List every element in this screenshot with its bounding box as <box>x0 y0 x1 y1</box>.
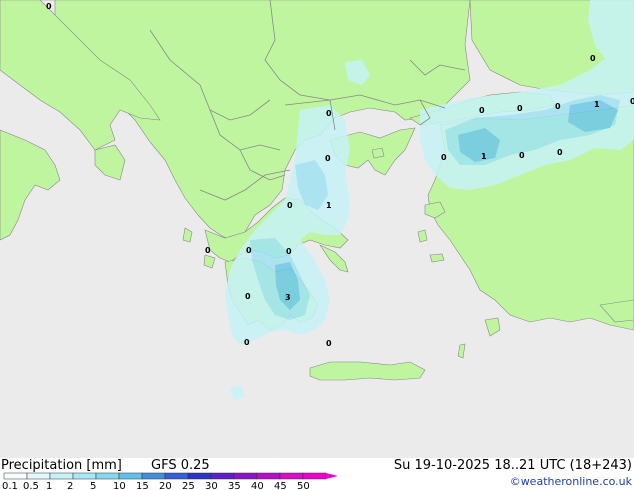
legend-swatch <box>302 472 327 480</box>
point-label: 0 <box>46 2 52 11</box>
precipitation-map: 0 0 0 0 0 0 0 1 0 0 1 0 1 0 0 0 0 0 3 0 … <box>0 0 634 458</box>
point-label: 0 <box>441 153 447 162</box>
point-label: 0 <box>326 339 332 348</box>
legend-tick-label: 5 <box>90 481 96 490</box>
legend-swatch <box>141 472 166 480</box>
point-label: 1 <box>481 152 487 161</box>
legend-swatch <box>279 472 304 480</box>
point-label: 3 <box>285 293 291 302</box>
legend-swatch <box>187 472 212 480</box>
legend-swatch <box>26 472 51 480</box>
legend-swatch <box>118 472 143 480</box>
legend-swatch <box>256 472 281 480</box>
point-label: 1 <box>594 100 600 109</box>
valid-time: Su 19-10-2025 18..21 UTC (18+243) <box>393 458 632 473</box>
precipitation-legend: 0.1 0.5 1 2 5 10 15 20 25 30 35 40 45 50 <box>2 472 338 490</box>
point-label: 0 <box>519 151 525 160</box>
legend-tick-label: 0.5 <box>23 481 39 490</box>
point-label: 0 <box>287 201 293 210</box>
point-label: 0 <box>479 106 485 115</box>
source-credit-link[interactable]: ©weatheronline.co.uk <box>510 475 632 488</box>
point-label: 0 <box>517 104 523 113</box>
point-label: 0 <box>244 338 250 347</box>
legend-tick-label: 15 <box>136 481 149 490</box>
legend-swatch <box>233 472 258 480</box>
legend-swatch <box>72 472 97 480</box>
legend-swatch <box>210 472 235 480</box>
point-label: 1 <box>326 201 332 210</box>
legend-tick-label: 20 <box>159 481 172 490</box>
point-label: 0 <box>590 54 596 63</box>
land-thasos <box>371 147 385 159</box>
map-title: Precipitation [mm] <box>1 458 122 473</box>
point-label: 0 <box>326 109 332 118</box>
point-label: 0 <box>286 247 292 256</box>
point-label: 0 <box>630 97 634 106</box>
land-crete <box>309 361 426 381</box>
legend-swatch <box>164 472 189 480</box>
legend-tick-label: 50 <box>297 481 310 490</box>
legend-swatch <box>3 472 28 480</box>
point-label: 0 <box>325 154 331 163</box>
legend-tick-labels: 0.1 0.5 1 2 5 10 15 20 25 30 35 40 45 50 <box>2 481 310 490</box>
model-name: GFS 0.25 <box>151 458 210 473</box>
legend-tick-label: 40 <box>251 481 264 490</box>
point-label: 0 <box>557 148 563 157</box>
legend-color-scale <box>3 472 338 480</box>
map-canvas: 0 0 0 0 0 0 0 1 0 0 1 0 1 0 0 0 0 0 3 0 … <box>0 0 634 458</box>
point-label: 0 <box>246 246 252 255</box>
point-label: 0 <box>205 246 211 255</box>
map-footer: Precipitation [mm] GFS 0.25 Su 19-10-202… <box>0 458 634 490</box>
legend-tick-label: 0.1 <box>2 481 18 490</box>
legend-tick-label: 30 <box>205 481 218 490</box>
legend-swatch <box>95 472 120 480</box>
legend-tick-label: 25 <box>182 481 195 490</box>
land-chios <box>417 229 428 243</box>
legend-arrow-tip <box>326 473 338 479</box>
point-label: 0 <box>555 102 561 111</box>
legend-tick-label: 45 <box>274 481 287 490</box>
legend-tick-label: 2 <box>67 481 73 490</box>
legend-tick-label: 1 <box>46 481 52 490</box>
point-label: 0 <box>245 292 251 301</box>
legend-tick-label: 35 <box>228 481 241 490</box>
legend-swatch <box>49 472 74 480</box>
legend-tick-label: 10 <box>113 481 126 490</box>
